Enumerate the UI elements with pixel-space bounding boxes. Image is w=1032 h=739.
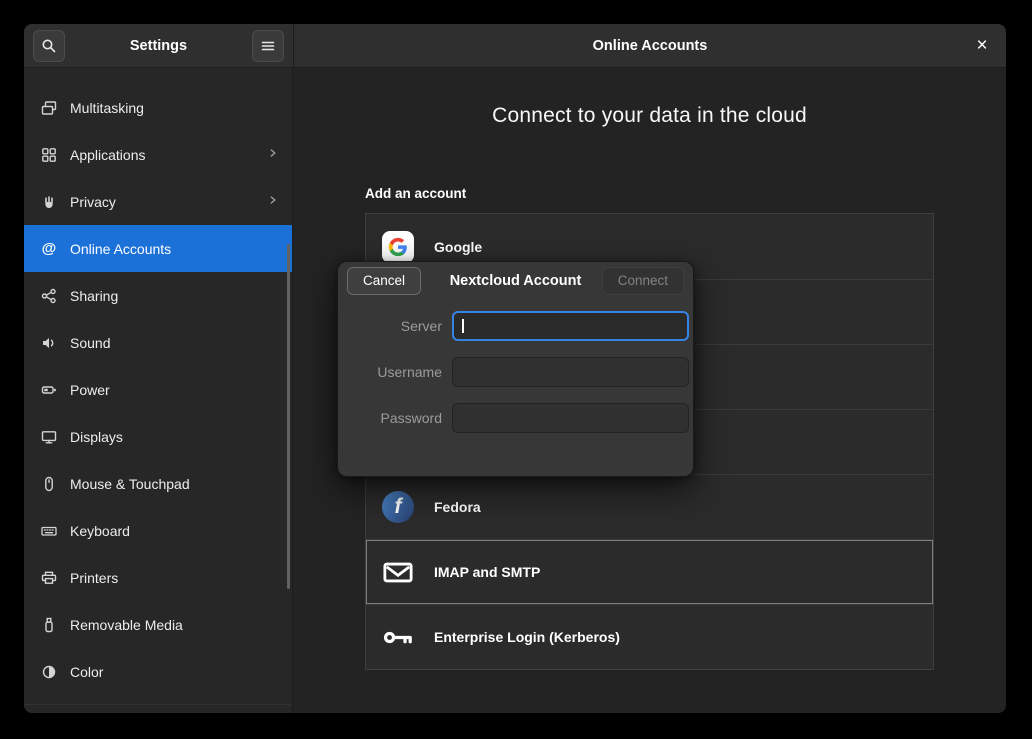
sidebar-item-sound[interactable]: Sound — [24, 319, 292, 366]
password-label: Password — [342, 410, 442, 426]
sidebar-item-label: Mouse & Touchpad — [70, 476, 190, 492]
account-row-fedora[interactable]: f Fedora — [366, 474, 933, 539]
settings-window: Settings Online Accounts × — [24, 24, 1006, 713]
google-logo — [382, 231, 414, 263]
online-accounts-icon: @ — [41, 241, 57, 257]
sidebar-scrollbar[interactable] — [287, 244, 290, 589]
sidebar-item-label: Applications — [70, 147, 146, 163]
chevron-right-icon — [266, 193, 280, 210]
sidebar-headerbar: Settings — [24, 24, 293, 68]
sidebar-item-label: Displays — [70, 429, 123, 445]
account-row-label: Fedora — [434, 499, 481, 515]
username-field-row: Username — [342, 357, 689, 387]
chevron-right-icon — [266, 146, 280, 163]
dialog-header: Cancel Nextcloud Account Connect — [338, 262, 693, 300]
server-label: Server — [342, 318, 442, 334]
sidebar-item-label: Printers — [70, 570, 118, 586]
password-input[interactable] — [452, 403, 689, 433]
text-caret — [462, 319, 464, 333]
username-label: Username — [342, 364, 442, 380]
account-row-kerberos[interactable]: Enterprise Login (Kerberos) — [366, 604, 933, 669]
sidebar-item-label: Multitasking — [70, 100, 144, 116]
fedora-logo: f — [382, 491, 414, 523]
sound-icon — [41, 335, 57, 351]
server-field-row: Server — [342, 311, 689, 341]
sidebar-item-mouse-touchpad[interactable]: Mouse & Touchpad — [24, 460, 292, 507]
password-field-row: Password — [342, 403, 689, 433]
sidebar-item-sharing[interactable]: Sharing — [24, 272, 292, 319]
hamburger-menu-icon — [260, 38, 276, 54]
nextcloud-account-dialog: Cancel Nextcloud Account Connect Server … — [337, 261, 694, 477]
sidebar-item-removable-media[interactable]: Removable Media — [24, 601, 292, 648]
power-icon — [41, 382, 57, 398]
sidebar-item-keyboard[interactable]: Keyboard — [24, 507, 292, 554]
multitasking-icon — [41, 100, 57, 116]
printer-icon — [41, 570, 57, 586]
search-icon — [41, 38, 57, 54]
mouse-icon — [41, 476, 57, 492]
displays-icon — [41, 429, 57, 445]
keyboard-icon — [41, 523, 57, 539]
panel-title: Online Accounts — [294, 24, 1006, 68]
sharing-icon — [41, 288, 57, 304]
color-icon — [41, 664, 57, 680]
connect-button[interactable]: Connect — [602, 267, 684, 295]
sidebar-item-online-accounts[interactable]: @ Online Accounts — [24, 225, 292, 272]
sidebar-item-label: Sound — [70, 335, 110, 351]
sidebar-item-label: Removable Media — [70, 617, 183, 633]
sidebar-item-label: Sharing — [70, 288, 118, 304]
removable-media-icon — [41, 617, 57, 633]
add-account-section-label: Add an account — [365, 186, 466, 201]
sidebar-item-printers[interactable]: Printers — [24, 554, 292, 601]
settings-sidebar: Multitasking Applications Privacy — [24, 68, 293, 713]
sidebar-item-applications[interactable]: Applications — [24, 131, 292, 178]
account-row-label: Enterprise Login (Kerberos) — [434, 629, 620, 645]
account-row-label: Google — [434, 239, 482, 255]
sidebar-item-label: Color — [70, 664, 103, 680]
content-headerbar: Online Accounts × — [293, 24, 1006, 68]
sidebar-item-label: Online Accounts — [70, 241, 171, 257]
key-icon — [382, 621, 414, 653]
sidebar-item-multitasking[interactable]: Multitasking — [24, 84, 292, 131]
primary-menu-button[interactable] — [252, 30, 284, 62]
server-input[interactable] — [452, 311, 689, 341]
search-button[interactable] — [33, 30, 65, 62]
sidebar-item-displays[interactable]: Displays — [24, 413, 292, 460]
privacy-icon — [41, 194, 57, 210]
sidebar-item-label: Keyboard — [70, 523, 130, 539]
close-window-button[interactable]: × — [968, 32, 996, 60]
sidebar-item-privacy[interactable]: Privacy — [24, 178, 292, 225]
applications-icon — [41, 147, 57, 163]
cancel-button[interactable]: Cancel — [347, 267, 421, 295]
envelope-icon — [382, 556, 414, 588]
page-title: Connect to your data in the cloud — [293, 104, 1006, 128]
sidebar-item-power[interactable]: Power — [24, 366, 292, 413]
account-row-label: IMAP and SMTP — [434, 564, 540, 580]
account-row-imap-smtp[interactable]: IMAP and SMTP — [366, 539, 933, 604]
sidebar-item-label: Privacy — [70, 194, 116, 210]
sidebar-partial-row-divider — [24, 704, 291, 705]
username-input[interactable] — [452, 357, 689, 387]
close-icon: × — [976, 35, 987, 57]
sidebar-item-color[interactable]: Color — [24, 648, 292, 695]
sidebar-item-label: Power — [70, 382, 110, 398]
